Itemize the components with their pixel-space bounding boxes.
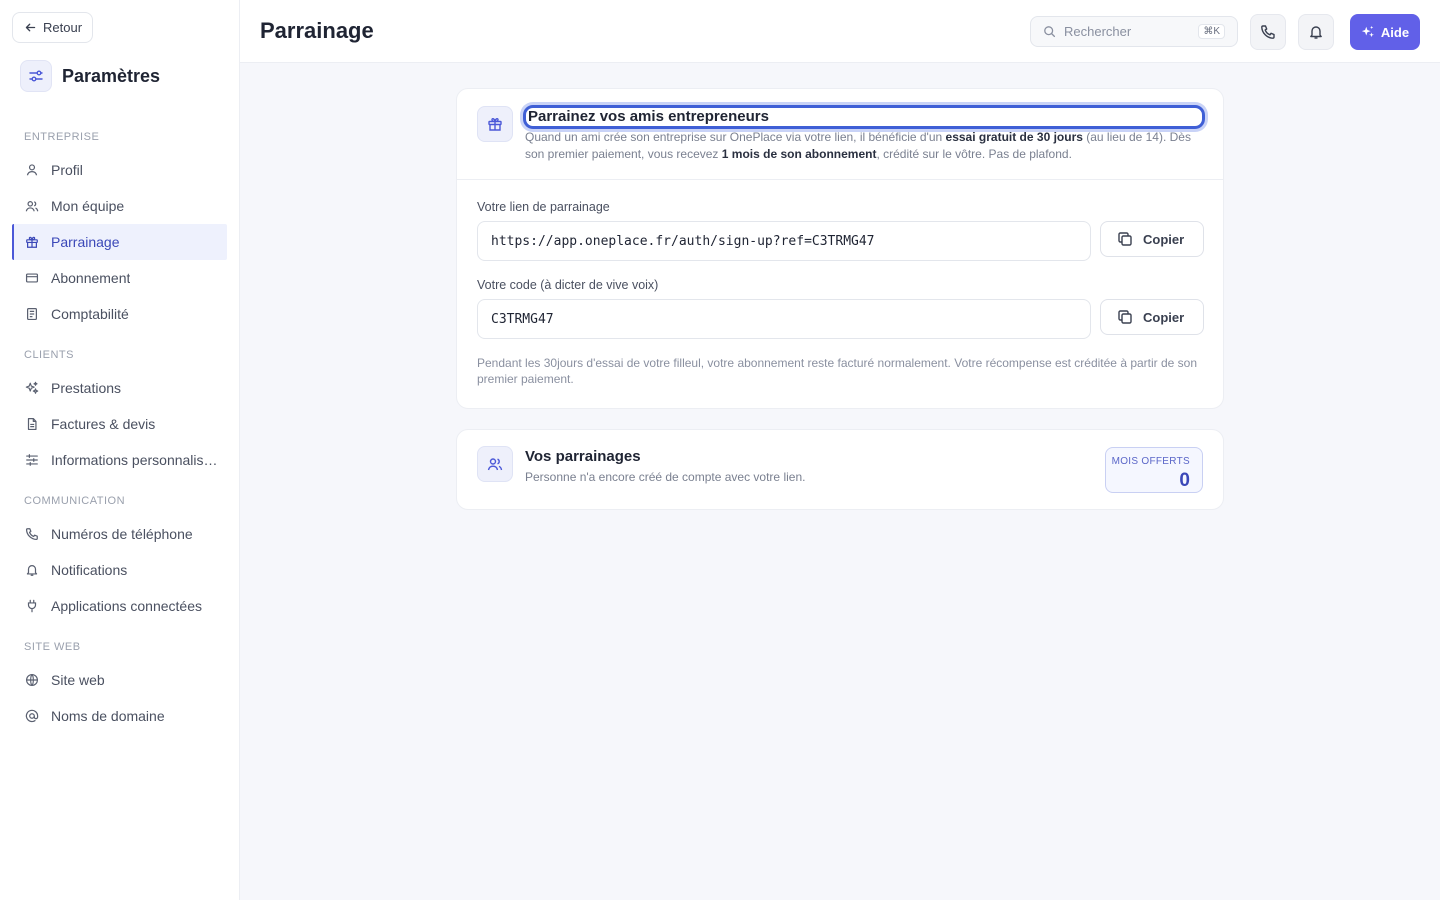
nav-section-site-web: SITE WEB Site web Noms de domaine [12,640,227,734]
referrals-subtitle: Personne n'a encore créé de compte avec … [525,470,806,484]
referral-title: Parrainez vos amis entrepreneurs [528,108,769,125]
sidebar-item-mon-equipe[interactable]: Mon équipe [12,188,227,224]
back-button[interactable]: Retour [12,12,93,43]
sidebar-item-applications[interactable]: Applications connectées [12,588,227,624]
sidebar-item-label: Informations personnalis… [51,452,218,468]
desc-text: , crédité sur le vôtre. Pas de plafond. [876,147,1072,161]
copy-label: Copier [1143,309,1185,325]
sidebar-item-site-web[interactable]: Site web [12,662,227,698]
sidebar-item-factures[interactable]: Factures & devis [12,406,227,442]
sidebar-item-abonnement[interactable]: Abonnement [12,260,227,296]
sidebar-item-label: Applications connectées [51,598,202,614]
copy-link-button[interactable]: Copier [1100,221,1204,257]
nav-section-clients: CLIENTS Prestations Factures & devis Inf… [12,348,227,478]
referral-link-field[interactable]: https://app.oneplace.fr/auth/sign-up?ref… [477,221,1091,261]
users-icon [25,201,39,212]
search-shortcut: ⌘K [1198,24,1225,39]
desc-bold: essai gratuit de 30 jours [945,130,1083,144]
counter-label: MOIS OFFERTS [1111,456,1190,467]
gift-icon [477,106,513,142]
page-title: Parrainage [260,18,374,43]
desc-text: Quand un ami crée son entreprise sur One… [525,130,946,144]
help-button[interactable]: Aide [1350,14,1420,50]
nav-section-title: CLIENTS [24,349,74,361]
nav-section-communication: COMMUNICATION Numéros de téléphone Notif… [12,494,227,624]
card-title-focus[interactable]: Parrainez vos amis entrepreneurs [523,105,1205,129]
counter-value: 0 [1179,470,1190,491]
sidebar: Retour Paramètres ENTREPRISE Profil Mon … [0,0,240,900]
referrals-card: Vos parrainages Personne n'a encore créé… [456,429,1224,510]
copy-label: Copier [1143,231,1185,247]
referral-code-field[interactable]: C3TRMG47 [477,299,1091,339]
sidebar-item-label: Noms de domaine [51,708,165,724]
notifications-button[interactable] [1298,14,1334,50]
sidebar-item-label: Comptabilité [51,306,129,322]
sidebar-item-parrainage[interactable]: Parrainage [12,224,227,260]
referral-card-header: Parrainez vos amis entrepreneurs Quand u… [457,89,1223,180]
sidebar-item-numeros[interactable]: Numéros de téléphone [12,516,227,552]
sidebar-item-label: Profil [51,162,83,178]
copy-icon [1118,232,1132,246]
sidebar-item-prestations[interactable]: Prestations [12,370,227,406]
code-label: Votre code (à dicter de vive voix) [477,278,659,292]
nav-section-title: SITE WEB [24,641,81,653]
sliders-icon [26,454,38,466]
phone-icon [1261,25,1275,39]
at-icon [25,709,39,723]
link-label: Votre lien de parrainage [477,200,610,214]
bell-icon [1310,26,1322,39]
months-offered-counter: MOIS OFFERTS 0 [1105,447,1203,493]
plug-icon [27,599,37,613]
sparkles-icon [1361,25,1374,38]
nav-section-title: ENTREPRISE [24,131,100,143]
help-label: Aide [1380,24,1410,40]
user-icon [26,164,38,176]
referral-note: Pendant les 30jours d'essai de votre fil… [477,356,1198,386]
desc-bold: 1 mois de son abonnement [721,147,877,161]
bell-icon [26,565,38,576]
arrow-left-icon [25,23,36,32]
sidebar-item-informations[interactable]: Informations personnalis… [12,442,227,478]
sidebar-item-label: Parrainage [51,234,120,250]
file-icon [27,417,37,431]
globe-icon [26,674,38,686]
search-input[interactable]: Rechercher ⌘K [1030,16,1238,47]
sidebar-item-notifications[interactable]: Notifications [12,552,227,588]
phone-button[interactable] [1250,14,1286,50]
sidebar-item-label: Notifications [51,562,128,578]
sidebar-item-label: Abonnement [51,270,131,286]
sidebar-item-profil[interactable]: Profil [12,152,227,188]
settings-sliders-icon [20,60,52,92]
copy-code-button[interactable]: Copier [1100,299,1204,335]
nav-section-entreprise: ENTREPRISE Profil Mon équipe Parrainage … [12,130,227,332]
credit-card-icon [25,273,39,283]
search-placeholder: Rechercher [1064,24,1132,39]
settings-title: Paramètres [62,65,161,86]
users-icon [477,446,513,482]
phone-icon [25,528,38,541]
sidebar-item-noms-domaine[interactable]: Noms de domaine [12,698,227,734]
gift-icon [26,236,38,248]
sidebar-item-label: Mon équipe [51,198,125,214]
nav-section-title: COMMUNICATION [24,495,126,507]
search-icon [1044,26,1056,38]
sidebar-item-label: Numéros de téléphone [51,526,193,542]
referral-description: Quand un ami crée son entreprise sur One… [525,129,1195,163]
back-label: Retour [43,20,83,35]
referrals-title: Vos parrainages [525,448,641,465]
sidebar-item-label: Prestations [51,380,122,396]
sidebar-item-label: Site web [51,672,105,688]
sparkles-icon [25,381,39,394]
sidebar-item-label: Factures & devis [51,416,156,432]
ledger-icon [27,307,37,321]
settings-header: Paramètres [20,60,160,92]
sidebar-item-comptabilite[interactable]: Comptabilité [12,296,227,332]
topbar: Parrainage Rechercher ⌘K Aide [240,0,1440,63]
copy-icon [1118,310,1132,324]
referral-card: Parrainez vos amis entrepreneurs Quand u… [456,88,1224,409]
